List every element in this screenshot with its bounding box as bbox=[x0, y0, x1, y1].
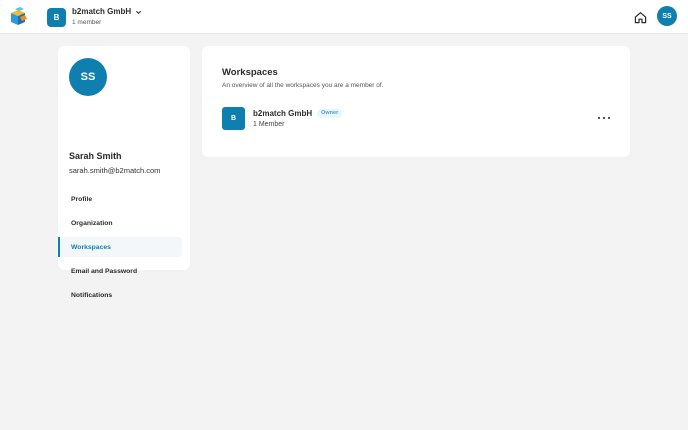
page-title: Workspaces bbox=[222, 67, 278, 78]
more-dot bbox=[602, 116, 606, 120]
chevron-down-icon[interactable] bbox=[135, 9, 142, 16]
nav-item-workspaces[interactable]: Workspaces bbox=[58, 237, 182, 257]
workspace-row-members: 1 Member bbox=[253, 120, 285, 128]
profile-avatar: SS bbox=[69, 58, 107, 96]
workspace-switcher[interactable]: B b2match GmbH 1 member bbox=[47, 7, 142, 27]
workspace-avatar: B bbox=[47, 7, 66, 27]
nav-item-profile[interactable]: Profile bbox=[58, 189, 190, 209]
more-dot bbox=[598, 116, 601, 120]
workspace-row-name: b2match GmbH bbox=[253, 108, 313, 118]
settings-nav: Profile Organization Workspaces Email an… bbox=[58, 189, 190, 309]
top-bar: B b2match GmbH 1 member SS bbox=[0, 0, 688, 34]
workspace-info: b2match GmbH 1 member bbox=[72, 7, 142, 27]
workspace-name: b2match GmbH bbox=[72, 7, 132, 16]
workspace-name-row: b2match GmbH bbox=[72, 7, 142, 17]
workspace-row: B b2match GmbH Owner 1 Member bbox=[222, 106, 610, 130]
nav-item-organization[interactable]: Organization bbox=[58, 213, 190, 233]
role-badge: Owner bbox=[317, 108, 343, 118]
app-logo-icon[interactable] bbox=[9, 7, 28, 27]
more-options-icon[interactable] bbox=[598, 114, 610, 122]
workspaces-card: Workspaces An overview of all the worksp… bbox=[202, 46, 630, 157]
user-email: sarah.smith@b2match.com bbox=[69, 166, 161, 175]
page-description: An overview of all the workspaces you ar… bbox=[222, 82, 384, 89]
nav-item-email-and-password[interactable]: Email and Password bbox=[58, 261, 190, 281]
workspace-row-name-line: b2match GmbH Owner bbox=[253, 108, 343, 118]
user-avatar-button[interactable]: SS bbox=[657, 6, 677, 26]
workspace-row-avatar: B bbox=[222, 106, 245, 130]
workspace-member-count: 1 member bbox=[72, 19, 102, 26]
workspace-row-info: b2match GmbH Owner 1 Member bbox=[253, 108, 343, 128]
home-icon[interactable] bbox=[634, 11, 647, 24]
more-dot bbox=[607, 116, 610, 120]
user-name: Sarah Smith bbox=[69, 151, 122, 161]
nav-item-notifications[interactable]: Notifications bbox=[58, 285, 190, 305]
profile-card: SS Sarah Smith sarah.smith@b2match.com P… bbox=[58, 46, 190, 299]
